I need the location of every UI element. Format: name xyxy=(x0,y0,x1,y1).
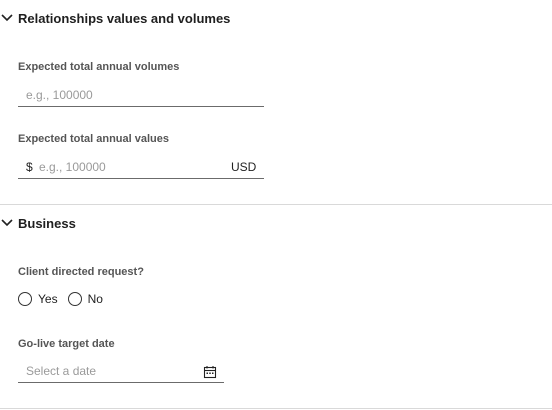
radio-no-label: No xyxy=(87,292,103,306)
radio-no[interactable]: No xyxy=(67,292,103,306)
golive-date-input[interactable] xyxy=(18,359,224,383)
radio-circle[interactable] xyxy=(67,292,82,306)
calendar-icon[interactable] xyxy=(203,365,217,379)
section-title: Business xyxy=(18,215,76,231)
section-header-relationships[interactable]: Relationships values and volumes xyxy=(0,7,230,29)
radio-yes-label: Yes xyxy=(38,292,58,306)
volumes-input[interactable] xyxy=(18,83,264,107)
values-label: Expected total annual values xyxy=(18,133,169,145)
volumes-label: Expected total annual volumes xyxy=(18,61,180,73)
section-title: Relationships values and volumes xyxy=(18,10,231,26)
section-header-business[interactable]: Business xyxy=(0,212,76,234)
values-input[interactable] xyxy=(18,155,264,179)
client-directed-label: Client directed request? xyxy=(18,266,144,278)
golive-label: Go-live target date xyxy=(18,338,115,350)
client-directed-radio-group: Yes No xyxy=(18,292,113,306)
chevron-down-icon xyxy=(1,219,13,227)
currency-suffix: USD xyxy=(231,160,257,174)
section-divider xyxy=(0,204,552,205)
section-divider xyxy=(0,408,552,409)
form-page: Relationships values and volumes Expecte… xyxy=(0,0,552,410)
radio-circle[interactable] xyxy=(18,292,32,306)
chevron-down-icon xyxy=(1,14,13,22)
radio-yes[interactable]: Yes xyxy=(18,292,58,306)
